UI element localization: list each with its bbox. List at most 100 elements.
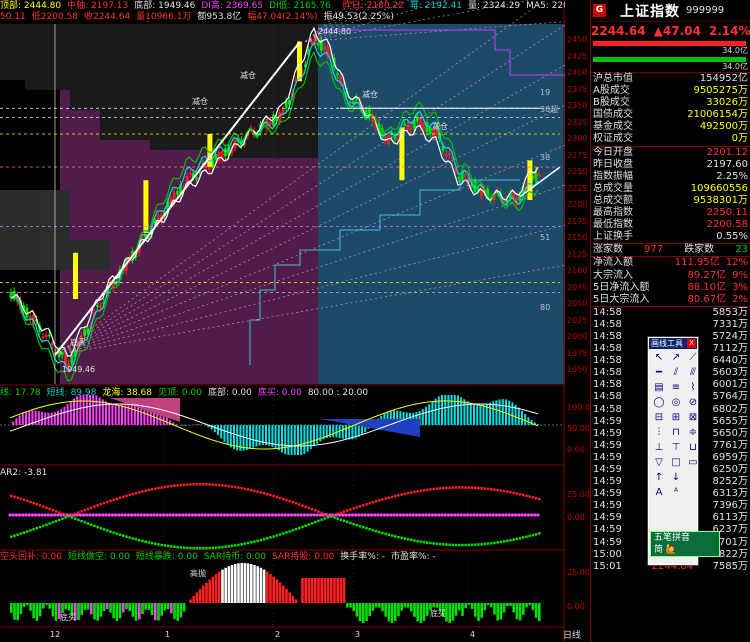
sar-dot — [306, 513, 310, 517]
sar-up — [262, 492, 266, 495]
draw-tool-icon[interactable]: ⊘ — [685, 396, 701, 410]
sar-dot — [200, 513, 204, 517]
indicator-header: 线: 17.78 短线: 89.98 龙海: 38.68 见顶: 0.00 底部: 0.… — [0, 387, 565, 399]
kline-chart[interactable]: 2444.801949.46减仓减仓减仓减仓底买1930超38518012 1 2 3… — [0, 0, 565, 642]
sar-dot — [357, 513, 361, 517]
sar-dot — [494, 513, 498, 517]
tick-volume: 6313万 — [712, 488, 748, 500]
draw-tool-icon[interactable]: ⊠ — [685, 411, 701, 425]
draw-tool-icon[interactable]: ⟋ — [685, 351, 701, 365]
level-mark: 51 — [540, 233, 550, 242]
volume-bar — [317, 578, 320, 603]
volume-bar — [534, 603, 538, 618]
draw-tool-icon[interactable]: ↑ — [651, 471, 667, 485]
draw-tool-icon[interactable] — [685, 471, 701, 485]
tick-row: 14:58 7331万 — [591, 319, 750, 331]
volume-bar — [272, 576, 275, 603]
draw-tool-icon[interactable]: □ — [668, 456, 684, 470]
sar-down — [432, 542, 435, 545]
sar-dot — [478, 513, 482, 517]
draw-tool-icon[interactable]: ⫽ — [668, 366, 684, 380]
draw-tool-icon[interactable]: A — [651, 486, 667, 500]
draw-tool-icon[interactable]: ⊟ — [651, 411, 667, 425]
sar-dot — [453, 513, 457, 517]
draw-tool-icon[interactable]: ◯ — [651, 396, 667, 410]
volume-bar — [291, 595, 295, 603]
draw-tool-icon[interactable]: ⊥ — [651, 441, 667, 455]
header1-item: 中轴: 2197.13 — [67, 1, 129, 11]
volume-bar — [349, 603, 352, 608]
volume-bar — [170, 603, 173, 614]
sar-up — [77, 511, 80, 514]
draw-tool-icon[interactable]: ▽ — [651, 456, 667, 470]
sar-dot — [94, 513, 98, 517]
draw-tool-icon[interactable]: ▤ — [651, 381, 667, 395]
flow-row: 5日大宗流入 80.67亿 2% — [591, 294, 750, 306]
sar-dot — [424, 513, 428, 517]
sar-down — [246, 541, 250, 545]
draw-tool-icon[interactable]: ᴬ — [668, 486, 684, 500]
sar-down — [83, 521, 87, 524]
sar-up — [477, 486, 480, 490]
sar-down — [182, 546, 186, 549]
sar-up — [346, 509, 349, 512]
down-count: 23 — [735, 244, 748, 256]
sar-dot — [264, 513, 268, 517]
sar-dot — [437, 513, 441, 517]
period-label[interactable]: 日线 — [563, 628, 581, 641]
draw-tool-icon[interactable]: ≡ — [668, 381, 684, 395]
sar-down — [368, 527, 371, 531]
sar-up — [58, 511, 61, 514]
sar-down — [515, 537, 519, 541]
sar-dot — [248, 513, 252, 517]
draw-tool-icon[interactable]: ↓ — [668, 471, 684, 485]
sar-up — [96, 504, 99, 507]
tick-time: 15:01 — [593, 560, 622, 572]
draw-tool-icon[interactable]: ⌇ — [685, 381, 701, 395]
volume-bar — [22, 603, 26, 607]
index-stats: 今日开盘 2201.12 昨日收盘 2197.60 指数振幅 2.25% 总成交量 10966… — [591, 147, 750, 244]
sar-down — [454, 543, 458, 547]
sar-up — [528, 495, 531, 498]
sar-down — [227, 545, 231, 548]
volume-bar — [390, 603, 394, 623]
volume-bar — [10, 603, 13, 613]
volume-bar — [362, 603, 365, 623]
sar-up — [499, 489, 503, 492]
sar-down — [314, 520, 317, 524]
draw-tool-icon[interactable]: ≑ — [685, 426, 701, 440]
draw-tool-icon[interactable]: ⊔ — [685, 441, 701, 455]
down-label: 跌家数 — [684, 244, 715, 256]
draw-tool-icon[interactable]: ⫶ — [651, 426, 667, 440]
draw-tool-icon[interactable]: ⊤ — [668, 441, 684, 455]
tick-time: 14:59 — [593, 488, 622, 500]
sar-up — [118, 496, 122, 500]
sar-down — [458, 543, 461, 547]
draw-tool-icon[interactable]: ━ — [651, 366, 667, 380]
sar-up — [525, 494, 528, 497]
g-icon[interactable]: G — [593, 4, 606, 17]
draw-tool-icon[interactable]: ↖ — [651, 351, 667, 365]
volume-bar — [102, 603, 106, 612]
header3-item: 80.00 : 20.00 — [307, 388, 369, 398]
draw-tool-icon[interactable]: ⊞ — [668, 411, 684, 425]
draw-tool-icon[interactable]: ⊓ — [668, 426, 684, 440]
draw-tool-icon[interactable]: ◎ — [668, 396, 684, 410]
draw-tool-icon[interactable]: ↗ — [668, 351, 684, 365]
close-icon[interactable]: X — [687, 339, 696, 348]
sar-dot — [261, 513, 265, 517]
sar-up — [294, 502, 298, 505]
ime-options[interactable]: 简 🙋 — [651, 544, 719, 556]
sar-down — [48, 522, 51, 525]
volume-bar — [381, 603, 384, 612]
draw-tool-icon[interactable]: ▭ — [685, 456, 701, 470]
axis-tick-label: 2325 — [567, 117, 588, 127]
header1-item: 量: 2324.29 — [468, 1, 521, 11]
sar-dot — [130, 513, 134, 517]
draw-tool-icon[interactable]: ⫻ — [685, 366, 701, 380]
ime-bar[interactable]: 五笔拼音 简 🙋 — [650, 531, 720, 557]
ime-mode[interactable]: 五笔拼音 — [651, 532, 719, 544]
buy-signal: 底买 — [430, 608, 446, 618]
volume-bar — [528, 603, 531, 606]
toolbox-title-bar[interactable]: 画线工具 X — [649, 338, 697, 349]
